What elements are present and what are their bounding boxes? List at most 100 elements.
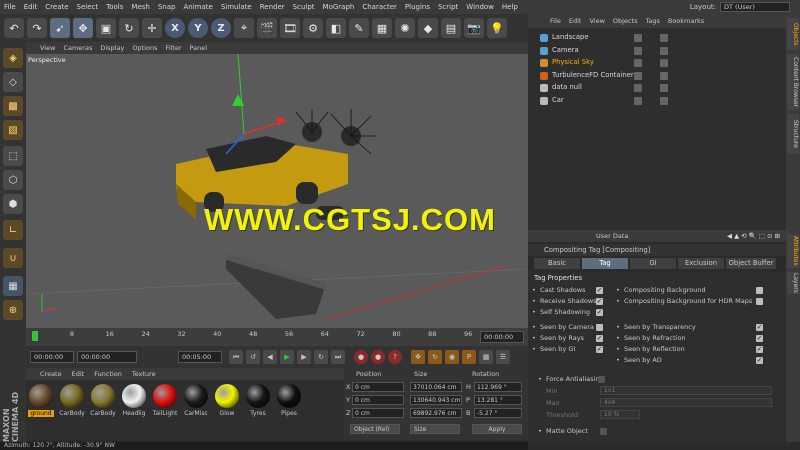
viewport-menu-display[interactable]: Display	[100, 44, 124, 52]
menu-edit[interactable]: Edit	[24, 3, 38, 11]
checkbox-box[interactable]	[596, 324, 603, 331]
checkbox-box[interactable]: ✓	[596, 335, 603, 342]
size-field[interactable]: 69892.976 cm	[410, 408, 462, 418]
object-name[interactable]: Physical Sky	[552, 58, 594, 66]
model-mode-icon[interactable]: ◇	[3, 72, 23, 92]
apply-button[interactable]: Apply	[472, 424, 522, 434]
object-menu-tags[interactable]: Tags	[645, 17, 659, 25]
menu-render[interactable]: Render	[260, 3, 285, 11]
material-menu-edit[interactable]: Edit	[72, 370, 85, 378]
object-row[interactable]: Car	[528, 95, 786, 107]
menu-plugins[interactable]: Plugins	[405, 3, 430, 11]
timeline-scrubber[interactable]	[32, 331, 38, 341]
grid-icon[interactable]: ▦	[3, 276, 23, 296]
object-row[interactable]: TurbulenceFD Container	[528, 70, 786, 82]
side-tab-attributes[interactable]: Attributes	[787, 234, 799, 268]
rotation-field[interactable]: 13.281 °	[474, 395, 522, 405]
make-editable-icon[interactable]: ◈	[3, 48, 23, 68]
checkbox-box[interactable]: ✓	[756, 335, 763, 342]
key-position-icon[interactable]: ✥	[411, 350, 425, 364]
next-key-icon[interactable]: ↻	[314, 350, 328, 364]
play-icon[interactable]: ▶	[280, 350, 294, 364]
object-menu-file[interactable]: File	[550, 17, 561, 25]
side-tab-structure[interactable]: Structure	[787, 114, 799, 154]
material-swatch[interactable]: Tyres	[245, 384, 271, 417]
viewport-menu-options[interactable]: Options	[132, 44, 157, 52]
add-tool-icon[interactable]: ✛	[142, 18, 162, 38]
go-to-start-icon[interactable]: ⏮	[229, 350, 243, 364]
checkbox-box[interactable]: ✓	[596, 298, 603, 305]
key-param-icon[interactable]: P	[462, 350, 476, 364]
object-name[interactable]: Camera	[552, 46, 579, 54]
material-menu-function[interactable]: Function	[94, 370, 122, 378]
menu-script[interactable]: Script	[438, 3, 458, 11]
viewport-menu-view[interactable]: View	[40, 44, 55, 52]
object-row[interactable]: Landscape	[528, 32, 786, 44]
material-swatch[interactable]: TailLight	[152, 384, 178, 417]
checkbox-box[interactable]: ✓	[596, 346, 603, 353]
render-settings-icon[interactable]: ⚙	[303, 18, 323, 38]
viewport-menu-filter[interactable]: Filter	[165, 44, 181, 52]
checkbox-box[interactable]	[756, 287, 763, 294]
checkbox-box[interactable]: ✓	[756, 346, 763, 353]
object-row[interactable]: data null	[528, 82, 786, 94]
spline-pen-icon[interactable]: ✎	[349, 18, 369, 38]
menu-help[interactable]: Help	[502, 3, 518, 11]
max-dropdown[interactable]: 4x4	[600, 398, 772, 407]
rotate-tool-icon[interactable]: ↻	[119, 18, 139, 38]
menu-file[interactable]: File	[4, 3, 16, 11]
tag-icon[interactable]	[660, 84, 668, 92]
threshold-field[interactable]: 10 %	[600, 410, 640, 419]
menu-snap[interactable]: Snap	[158, 3, 176, 11]
z-axis-button[interactable]: Z	[211, 18, 231, 38]
select-tool-icon[interactable]: ➹	[50, 18, 70, 38]
record-icon[interactable]: ●	[354, 350, 368, 364]
attr-nav-icons[interactable]: ◀ ▲ ⟲ 🔍 ⬚ ⊙ ⊞	[727, 232, 780, 240]
rotation-field[interactable]: -5.27 °	[474, 408, 522, 418]
timeline-end-field[interactable]: 00:00:00	[480, 331, 524, 343]
cube-icon[interactable]: ◧	[326, 18, 346, 38]
material-swatch[interactable]: CarBody	[59, 384, 85, 417]
viewport-menu-cameras[interactable]: Cameras	[63, 44, 92, 52]
start-time-field[interactable]: 00:00:00	[30, 351, 74, 363]
visibility-icon[interactable]	[634, 46, 642, 55]
side-tab-layers[interactable]: Layers	[787, 272, 799, 294]
object-menu-bookmarks[interactable]: Bookmarks	[668, 17, 704, 25]
attr-tab-exclusion[interactable]: Exclusion	[678, 258, 724, 269]
tag-icon[interactable]	[660, 46, 668, 55]
menu-window[interactable]: Window	[466, 3, 494, 11]
size-field[interactable]: 37010.064 cm	[410, 382, 462, 392]
object-name[interactable]: Landscape	[552, 33, 589, 41]
object-name[interactable]: TurbulenceFD Container	[552, 71, 634, 79]
viewport-menu-panel[interactable]: Panel	[190, 44, 208, 52]
render-region-icon[interactable]: 🎬	[257, 18, 277, 38]
redo-icon[interactable]: ↷	[27, 18, 47, 38]
polygons-mode-icon[interactable]: ⬢	[3, 194, 23, 214]
visibility-icon[interactable]	[634, 59, 642, 67]
tag-icon[interactable]	[660, 34, 668, 42]
undo-icon[interactable]: ↶	[4, 18, 24, 38]
current-time-field[interactable]: 00:00:00	[77, 351, 137, 363]
next-frame-icon[interactable]: ▶	[297, 350, 311, 364]
position-field[interactable]: 0 cm	[352, 395, 404, 405]
prev-key-icon[interactable]: ↺	[246, 350, 260, 364]
viewport[interactable]: Perspective WWW.CGTSJ.COM	[26, 54, 528, 328]
menu-create[interactable]: Create	[45, 3, 68, 11]
material-menu-create[interactable]: Create	[40, 370, 62, 378]
attr-tab-tag[interactable]: Tag	[582, 258, 628, 269]
light-icon[interactable]: 💡	[487, 18, 507, 38]
menu-character[interactable]: Character	[362, 3, 397, 11]
snap-icon[interactable]: ∪	[3, 248, 23, 268]
menu-select[interactable]: Select	[77, 3, 99, 11]
size-mode-dropdown[interactable]: Size	[410, 424, 460, 434]
key-rotation-icon[interactable]: ↻	[428, 350, 442, 364]
side-tab-objects[interactable]: Objects	[787, 18, 799, 50]
layout-dropdown[interactable]: DT (User)	[720, 2, 790, 12]
material-swatch[interactable]: Pipes	[276, 384, 302, 417]
size-field[interactable]: 130640.943 cm	[410, 395, 462, 405]
cloner-icon[interactable]: ✺	[395, 18, 415, 38]
material-swatch[interactable]: CarMisc	[183, 384, 209, 417]
position-field[interactable]: 0 cm	[352, 382, 404, 392]
checkbox-box[interactable]: ✓	[756, 357, 763, 364]
menu-animate[interactable]: Animate	[183, 3, 212, 11]
